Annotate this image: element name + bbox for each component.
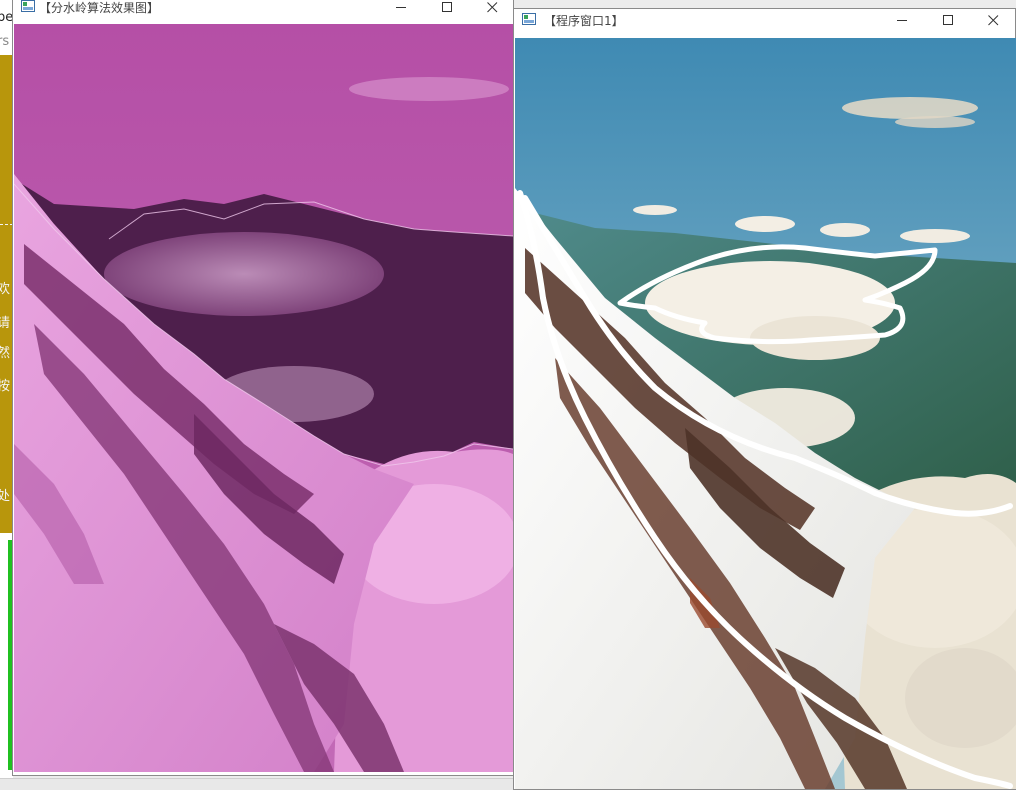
background-text-line: 请 <box>0 316 11 331</box>
taskbar-strip <box>0 778 513 790</box>
background-text-line: 欢 <box>0 282 11 297</box>
source-image-with-markers <box>515 38 1016 789</box>
window-title: 【程序窗口1】 <box>544 14 624 28</box>
minimize-icon <box>396 7 406 8</box>
maximize-button[interactable] <box>925 9 971 31</box>
background-text-line: rs <box>0 34 10 49</box>
background-text-line: 处 <box>0 489 11 504</box>
title-bar[interactable]: 【程序窗口1】 <box>514 9 1015 31</box>
minimize-button[interactable] <box>879 9 925 31</box>
close-button[interactable] <box>970 9 1016 31</box>
program-window-1[interactable]: 【程序窗口1】 <box>513 8 1016 790</box>
minimize-button[interactable] <box>378 0 424 18</box>
image-window-icon <box>21 0 35 12</box>
watershed-result-window[interactable]: 【分水岭算法效果图】 <box>12 0 514 776</box>
title-bar[interactable]: 【分水岭算法效果图】 <box>13 0 513 18</box>
maximize-button[interactable] <box>424 0 470 18</box>
close-icon <box>487 2 498 13</box>
close-icon <box>988 15 999 26</box>
window-title: 【分水岭算法效果图】 <box>39 1 160 15</box>
close-button[interactable] <box>469 0 515 18</box>
background-text-line: 然 <box>0 346 11 361</box>
background-text-line: 按 <box>0 379 11 394</box>
minimize-icon <box>897 20 907 21</box>
maximize-icon <box>442 2 452 12</box>
desktop: pe rs 欢 请 然 按 处 【分水岭算法效果图】 <box>0 0 1016 790</box>
watershed-result-image <box>14 24 513 772</box>
image-window-icon <box>522 13 536 25</box>
maximize-icon <box>943 15 953 25</box>
